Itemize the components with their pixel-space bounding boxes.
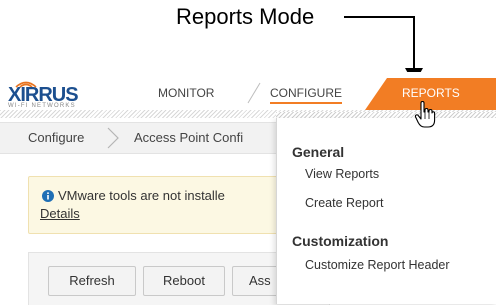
info-icon: [42, 190, 54, 202]
reboot-button[interactable]: Reboot: [143, 266, 225, 296]
alert-details-link[interactable]: Details: [40, 206, 80, 221]
nav-monitor[interactable]: MONITOR: [158, 86, 214, 100]
nav-configure[interactable]: CONFIGURE: [270, 86, 342, 104]
nav-divider: [247, 82, 261, 104]
menu-item-customize-report-header[interactable]: Customize Report Header: [305, 258, 450, 272]
alert-message: VMware tools are not installe: [58, 188, 225, 203]
breadcrumb-item-ap-config[interactable]: Access Point Confi: [134, 130, 280, 145]
breadcrumb-item-configure[interactable]: Configure: [28, 130, 84, 145]
menu-item-view-reports[interactable]: View Reports: [305, 167, 379, 181]
brand-tagline: WI-FI NETWORKS: [8, 103, 76, 109]
menu-item-create-report[interactable]: Create Report: [305, 196, 384, 210]
chevron-right-icon: [107, 127, 119, 149]
nav-reports[interactable]: REPORTS: [402, 86, 460, 100]
refresh-button[interactable]: Refresh: [48, 266, 136, 296]
hand-cursor-icon: [414, 101, 436, 128]
menu-group-general: General: [292, 144, 345, 160]
menu-group-customization: Customization: [292, 233, 389, 249]
